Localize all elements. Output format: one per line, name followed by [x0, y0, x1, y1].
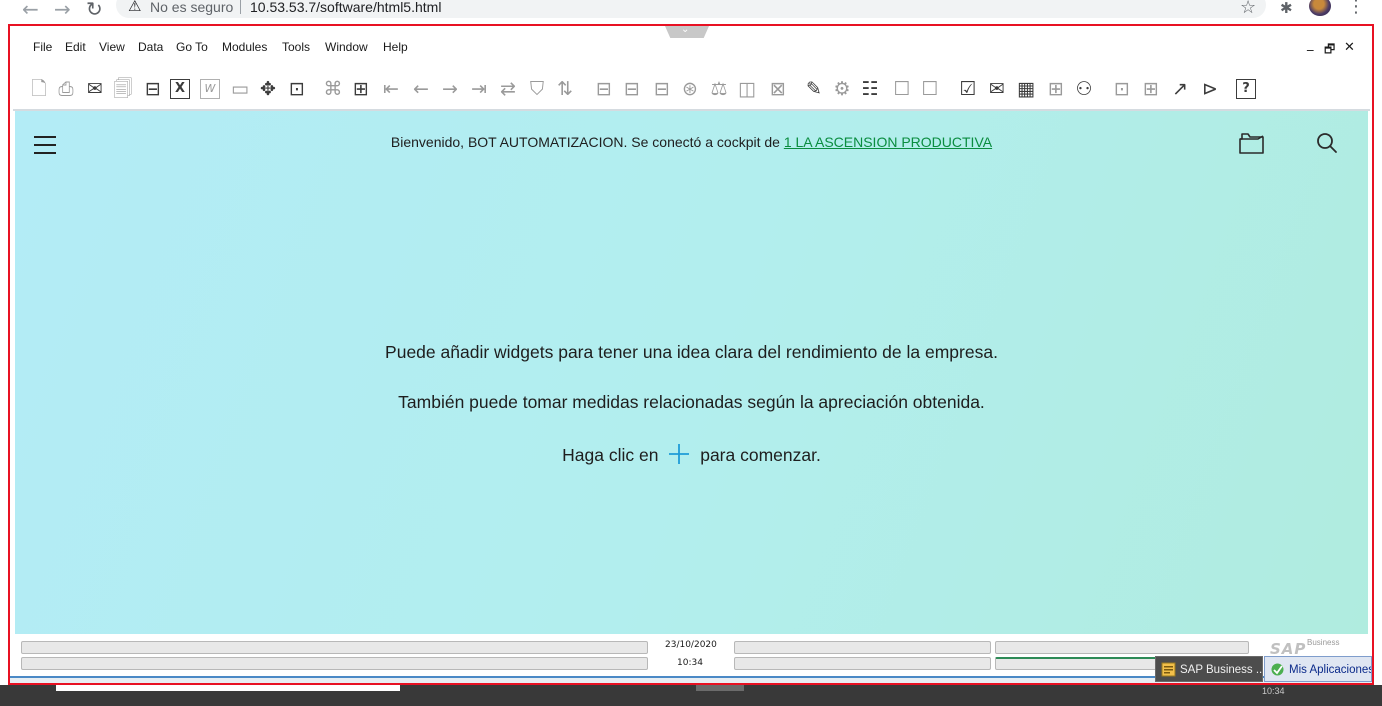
profile-avatar[interactable] — [1309, 0, 1331, 16]
address-separator — [240, 0, 241, 14]
taskbar-search-box[interactable] — [56, 685, 400, 691]
forward-icon[interactable]: → — [54, 0, 71, 21]
sap-app-icon — [1161, 662, 1176, 677]
highlight-frame — [8, 24, 1374, 685]
security-label[interactable]: No es seguro — [150, 0, 233, 15]
taskbar-sap-label: SAP Business ... — [1180, 664, 1263, 676]
bookmark-star-icon[interactable]: ☆ — [1240, 0, 1256, 18]
applications-icon — [1271, 663, 1284, 676]
os-taskbar: 10:34 — [0, 685, 1382, 706]
browser-menu-icon[interactable]: ⋮ — [1347, 0, 1365, 17]
back-icon[interactable]: ← — [22, 0, 39, 21]
taskbar-mis-aplicaciones[interactable]: Mis Aplicaciones — [1264, 656, 1372, 682]
taskbar-clock: 10:34 — [1262, 686, 1285, 696]
extensions-icon[interactable]: ✱ — [1280, 0, 1293, 17]
taskbar-app-button[interactable] — [696, 685, 744, 691]
browser-toolbar: ← → ↻ ⚠ No es seguro 10.53.53.7/software… — [0, 0, 1382, 22]
warning-icon[interactable]: ⚠ — [128, 0, 141, 15]
taskbar-sap-business[interactable]: SAP Business ... — [1155, 656, 1263, 682]
url-text[interactable]: 10.53.53.7/software/html5.html — [250, 0, 441, 15]
taskbar-mis-label: Mis Aplicaciones — [1289, 664, 1372, 676]
reload-icon[interactable]: ↻ — [86, 0, 103, 21]
address-bar[interactable]: ⚠ No es seguro 10.53.53.7/software/html5… — [116, 0, 1266, 18]
